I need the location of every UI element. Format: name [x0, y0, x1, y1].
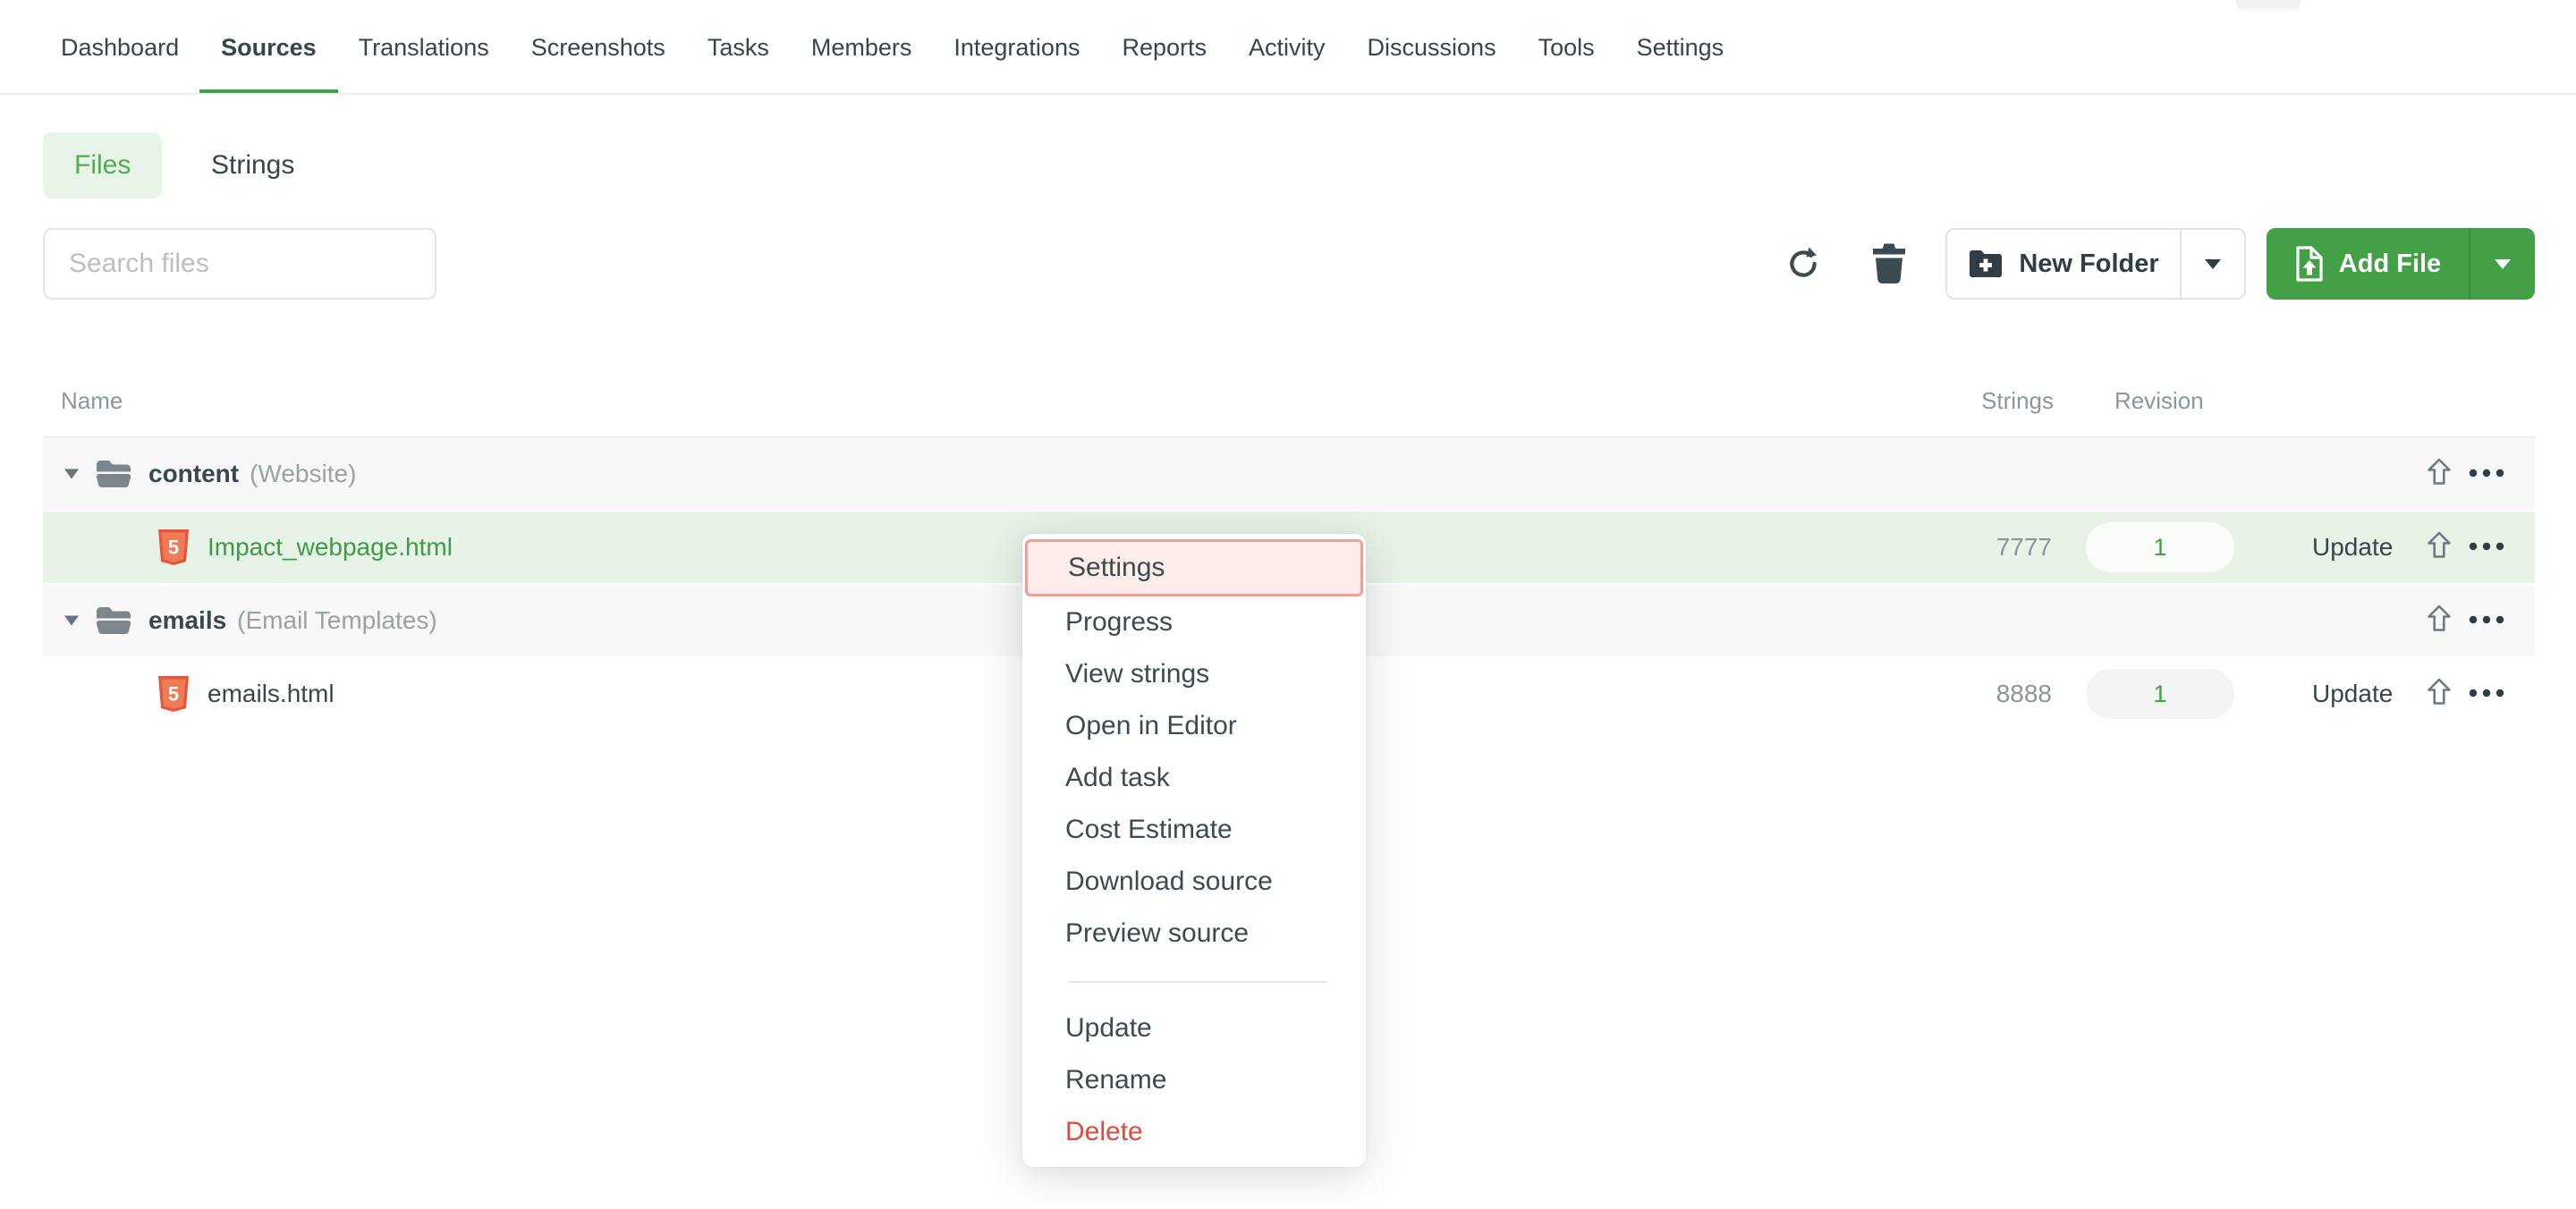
column-header-revision: Revision: [2114, 387, 2204, 415]
new-folder-main[interactable]: New Folder: [1947, 230, 2180, 298]
new-folder-label: New Folder: [2019, 249, 2158, 279]
menu-item-delete[interactable]: Delete: [1022, 1106, 1366, 1158]
nav-item-dashboard[interactable]: Dashboard: [61, 0, 179, 95]
nav-item-discussions[interactable]: Discussions: [1368, 0, 1496, 95]
html5-file-icon: 5: [157, 528, 190, 566]
project-nav: Dashboard Sources Translations Screensho…: [0, 0, 2576, 95]
nav-item-translations[interactable]: Translations: [359, 0, 489, 95]
update-link[interactable]: Update: [2312, 680, 2393, 708]
nav-bottom-border: [0, 93, 2576, 95]
menu-item-preview-source[interactable]: Preview source: [1022, 908, 1366, 960]
chevron-down-icon[interactable]: [64, 469, 79, 479]
nav-item-screenshots[interactable]: Screenshots: [531, 0, 665, 95]
folder-icon: [95, 605, 132, 636]
row-menu-icon[interactable]: [2469, 539, 2504, 555]
file-upload-icon: [2294, 245, 2325, 283]
sources-files-page: Dashboard Sources Translations Screensho…: [0, 0, 2576, 1209]
file-name-link[interactable]: emails.html: [208, 680, 335, 708]
upload-icon[interactable]: [2426, 604, 2453, 638]
nav-item-tasks[interactable]: Tasks: [708, 0, 769, 95]
upload-icon[interactable]: [2426, 678, 2453, 711]
revision-badge: 1: [2086, 669, 2234, 719]
folder-name-text: emails: [148, 606, 226, 634]
folder-icon: [95, 459, 132, 489]
trash-icon: [1871, 242, 1907, 285]
menu-item-cost-estimate[interactable]: Cost Estimate: [1022, 804, 1366, 856]
menu-item-open-in-editor[interactable]: Open in Editor: [1022, 700, 1366, 752]
row-menu-icon[interactable]: [2469, 613, 2504, 629]
new-folder-button[interactable]: New Folder: [1945, 228, 2246, 300]
add-file-main[interactable]: Add File: [2267, 228, 2469, 300]
menu-item-settings[interactable]: Settings: [1025, 539, 1363, 596]
menu-item-add-task[interactable]: Add task: [1022, 752, 1366, 804]
revision-badge: 1: [2086, 522, 2234, 572]
chevron-down-icon: [2495, 259, 2511, 269]
row-menu-icon[interactable]: [2469, 686, 2504, 702]
chevron-down-icon[interactable]: [64, 616, 79, 626]
svg-text:5: 5: [168, 683, 179, 706]
upload-icon[interactable]: [2426, 531, 2453, 564]
menu-item-rename[interactable]: Rename: [1022, 1054, 1366, 1106]
nav-item-reports[interactable]: Reports: [1122, 0, 1207, 95]
tab-strings[interactable]: Strings: [200, 132, 305, 199]
delete-selected-button[interactable]: [1853, 228, 1925, 300]
folder-suffix: (Website): [250, 460, 356, 487]
new-folder-dropdown[interactable]: [2180, 230, 2244, 298]
chevron-down-icon: [2205, 259, 2221, 269]
upload-icon[interactable]: [2426, 458, 2453, 491]
nav-item-sources[interactable]: Sources: [221, 0, 317, 95]
refresh-button[interactable]: [1767, 228, 1839, 300]
column-header-name: Name: [61, 387, 123, 415]
nav-item-integrations[interactable]: Integrations: [953, 0, 1080, 95]
nav-item-tools[interactable]: Tools: [1538, 0, 1595, 95]
add-file-label: Add File: [2339, 249, 2441, 279]
row-menu-icon[interactable]: [2469, 466, 2504, 482]
svg-text:5: 5: [168, 537, 179, 559]
menu-item-progress[interactable]: Progress: [1022, 596, 1366, 648]
nav-item-activity[interactable]: Activity: [1249, 0, 1326, 95]
column-header-strings: Strings: [1896, 387, 2054, 415]
folder-name[interactable]: emails (Email Templates): [148, 606, 437, 635]
folder-name[interactable]: content (Website): [148, 460, 356, 488]
new-folder-icon: [1968, 248, 2004, 280]
strings-count: 8888: [1996, 680, 2052, 708]
search-input[interactable]: [43, 228, 436, 300]
menu-item-view-strings[interactable]: View strings: [1022, 648, 1366, 700]
add-file-button[interactable]: Add File: [2267, 228, 2535, 300]
html5-file-icon: 5: [157, 675, 190, 713]
nav-item-members[interactable]: Members: [811, 0, 912, 95]
folder-name-text: content: [148, 460, 239, 487]
table-row-folder-content[interactable]: content (Website): [43, 438, 2535, 510]
menu-item-download-source[interactable]: Download source: [1022, 856, 1366, 908]
nav-item-settings[interactable]: Settings: [1637, 0, 1724, 95]
file-context-menu: Settings Progress View strings Open in E…: [1022, 534, 1366, 1167]
strings-count: 7777: [1996, 533, 2052, 562]
menu-item-update[interactable]: Update: [1022, 1002, 1366, 1054]
add-file-dropdown[interactable]: [2469, 228, 2535, 300]
menu-divider: [1069, 981, 1326, 983]
file-name-link[interactable]: Impact_webpage.html: [208, 533, 453, 562]
refresh-icon: [1784, 244, 1823, 283]
tab-files[interactable]: Files: [43, 132, 162, 199]
update-link[interactable]: Update: [2312, 533, 2393, 562]
folder-suffix: (Email Templates): [237, 606, 437, 634]
